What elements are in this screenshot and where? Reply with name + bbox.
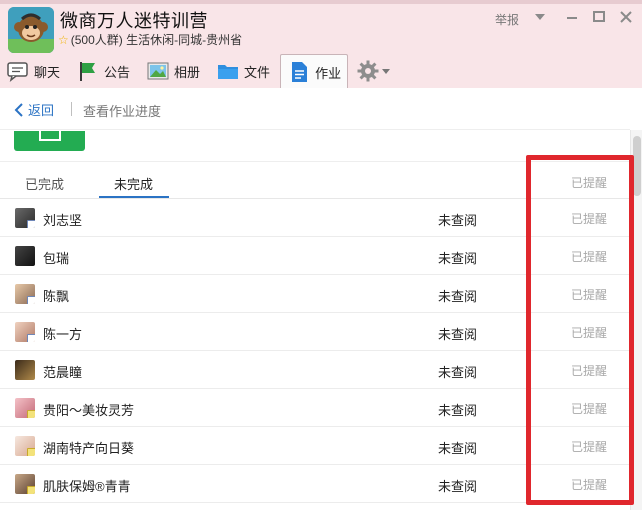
avatar <box>15 474 35 494</box>
avatar <box>15 360 35 380</box>
completion-tabs: 已完成 未完成 已提醒 <box>0 161 630 199</box>
back-button-label: 返回 <box>28 103 55 118</box>
homework-cover-image <box>14 131 85 151</box>
read-status: 未查阅 <box>438 403 478 418</box>
read-status: 未查阅 <box>438 327 478 342</box>
group-tab-bar: 聊天 公告 相册 文件 作业 <box>0 54 642 89</box>
avatar <box>15 246 35 266</box>
monkey-avatar-icon <box>8 7 54 53</box>
table-row[interactable]: 陈飘 未查阅 已提醒 <box>0 275 630 313</box>
client-badge-icon <box>27 410 35 418</box>
title-strip <box>0 0 642 4</box>
close-button[interactable] <box>617 8 635 26</box>
member-name: 陈一方 <box>43 327 83 342</box>
remind-status: 已提醒 <box>571 478 608 492</box>
table-row[interactable]: 陈一方 未查阅 已提醒 <box>0 313 630 351</box>
report-link[interactable]: 举报 <box>495 11 519 28</box>
gear-icon <box>357 60 379 82</box>
group-subtitle: ☆ (500人群) 生活休闲-同城-贵州省 <box>58 31 242 48</box>
tab-chat-label: 聊天 <box>34 64 61 80</box>
chevron-down-icon <box>382 69 391 74</box>
read-status: 未查阅 <box>438 365 478 380</box>
client-badge-icon <box>27 486 35 494</box>
remind-status: 已提醒 <box>571 250 608 264</box>
table-row[interactable]: 范晨瞳 未查阅 已提醒 <box>0 351 630 389</box>
triangle-down-icon <box>535 14 545 20</box>
chevron-left-icon <box>14 102 23 117</box>
table-row[interactable]: 刘志坚 未查阅 已提醒 <box>0 199 630 237</box>
minimize-button[interactable] <box>563 8 581 26</box>
tab-chat[interactable]: 聊天 <box>0 54 66 88</box>
tab-announcement[interactable]: 公告 <box>70 54 136 88</box>
online-status-icon <box>27 334 35 342</box>
member-name: 湖南特产向日葵 <box>43 441 135 456</box>
close-icon <box>620 11 632 23</box>
avatar <box>15 284 35 304</box>
table-row[interactable]: 贵阳～美妆灵芳 未查阅 已提醒 <box>0 389 630 427</box>
group-avatar[interactable] <box>8 7 54 53</box>
scrollbar-thumb[interactable] <box>633 136 641 196</box>
group-title: 微商万人迷特训营 <box>60 11 208 31</box>
maximize-button[interactable] <box>590 8 608 26</box>
read-status: 未查阅 <box>438 479 478 494</box>
avatar <box>15 322 35 342</box>
avatar <box>15 436 35 456</box>
tab-photo-album[interactable]: 相册 <box>140 54 206 88</box>
remind-all-status: 已提醒 <box>571 176 608 190</box>
tab-incomplete[interactable]: 未完成 <box>114 174 153 193</box>
tab-completed[interactable]: 已完成 <box>25 174 64 193</box>
online-status-icon <box>27 296 35 304</box>
announcement-flag-icon <box>80 62 96 81</box>
minimize-icon <box>567 17 577 19</box>
back-button[interactable]: 返回 <box>14 100 54 119</box>
page-title: 查看作业进度 <box>83 104 162 119</box>
avatar <box>15 208 35 228</box>
table-row[interactable]: 湖南特产向日葵 未查阅 已提醒 <box>0 427 630 465</box>
maximize-icon <box>593 11 605 22</box>
vertical-scrollbar[interactable] <box>630 130 642 510</box>
tab-photo-album-label: 相册 <box>174 64 201 80</box>
group-header: 微商万人迷特训营 ☆ (500人群) 生活休闲-同城-贵州省 举报 聊天 公告 … <box>0 0 642 89</box>
member-name: 贵阳～美妆灵芳 <box>43 403 135 418</box>
star-icon: ☆ <box>58 32 69 47</box>
member-name: 范晨瞳 <box>43 365 83 380</box>
nav-divider <box>71 102 72 116</box>
tab-announcement-label: 公告 <box>104 64 131 80</box>
tab-homework[interactable]: 作业 <box>280 54 349 89</box>
read-status: 未查阅 <box>438 289 478 304</box>
read-status: 未查阅 <box>438 251 478 266</box>
homework-document-icon <box>292 62 308 82</box>
tab-homework-label: 作业 <box>315 65 342 81</box>
table-row[interactable]: 肌肤保姆®青青 未查阅 已提醒 <box>0 465 630 503</box>
active-tab-underline <box>99 196 169 198</box>
read-status: 未查阅 <box>438 441 478 456</box>
group-subtitle-text: (500人群) 生活休闲-同城-贵州省 <box>70 33 243 47</box>
remind-status: 已提醒 <box>571 402 608 416</box>
member-name: 陈飘 <box>43 289 70 304</box>
tab-file-label: 文件 <box>244 64 271 80</box>
remind-status: 已提醒 <box>571 212 608 226</box>
member-name: 肌肤保姆®青青 <box>43 479 131 494</box>
table-row[interactable]: 包瑞 未查阅 已提醒 <box>0 237 630 275</box>
chat-icon <box>7 62 28 82</box>
remind-status: 已提醒 <box>571 440 608 454</box>
client-badge-icon <box>27 448 35 456</box>
member-list: 刘志坚 未查阅 已提醒 包瑞 未查阅 已提醒 陈飘 未查阅 已提醒 陈一方 未查… <box>0 199 630 503</box>
tab-file[interactable]: 文件 <box>210 54 276 88</box>
settings-menu-button[interactable] <box>352 54 391 88</box>
folder-icon <box>218 65 239 79</box>
homework-cover-icon <box>39 131 61 141</box>
dropdown-menu-button[interactable] <box>531 8 549 26</box>
remind-status: 已提醒 <box>571 326 608 340</box>
homework-nav-bar: 返回 查看作业进度 <box>0 88 630 130</box>
remind-status: 已提醒 <box>571 364 608 378</box>
avatar <box>15 398 35 418</box>
member-name: 包瑞 <box>43 251 70 266</box>
online-status-icon <box>27 220 35 228</box>
member-name: 刘志坚 <box>43 213 83 228</box>
read-status: 未查阅 <box>438 213 478 228</box>
photo-album-icon <box>147 62 169 80</box>
remind-status: 已提醒 <box>571 288 608 302</box>
